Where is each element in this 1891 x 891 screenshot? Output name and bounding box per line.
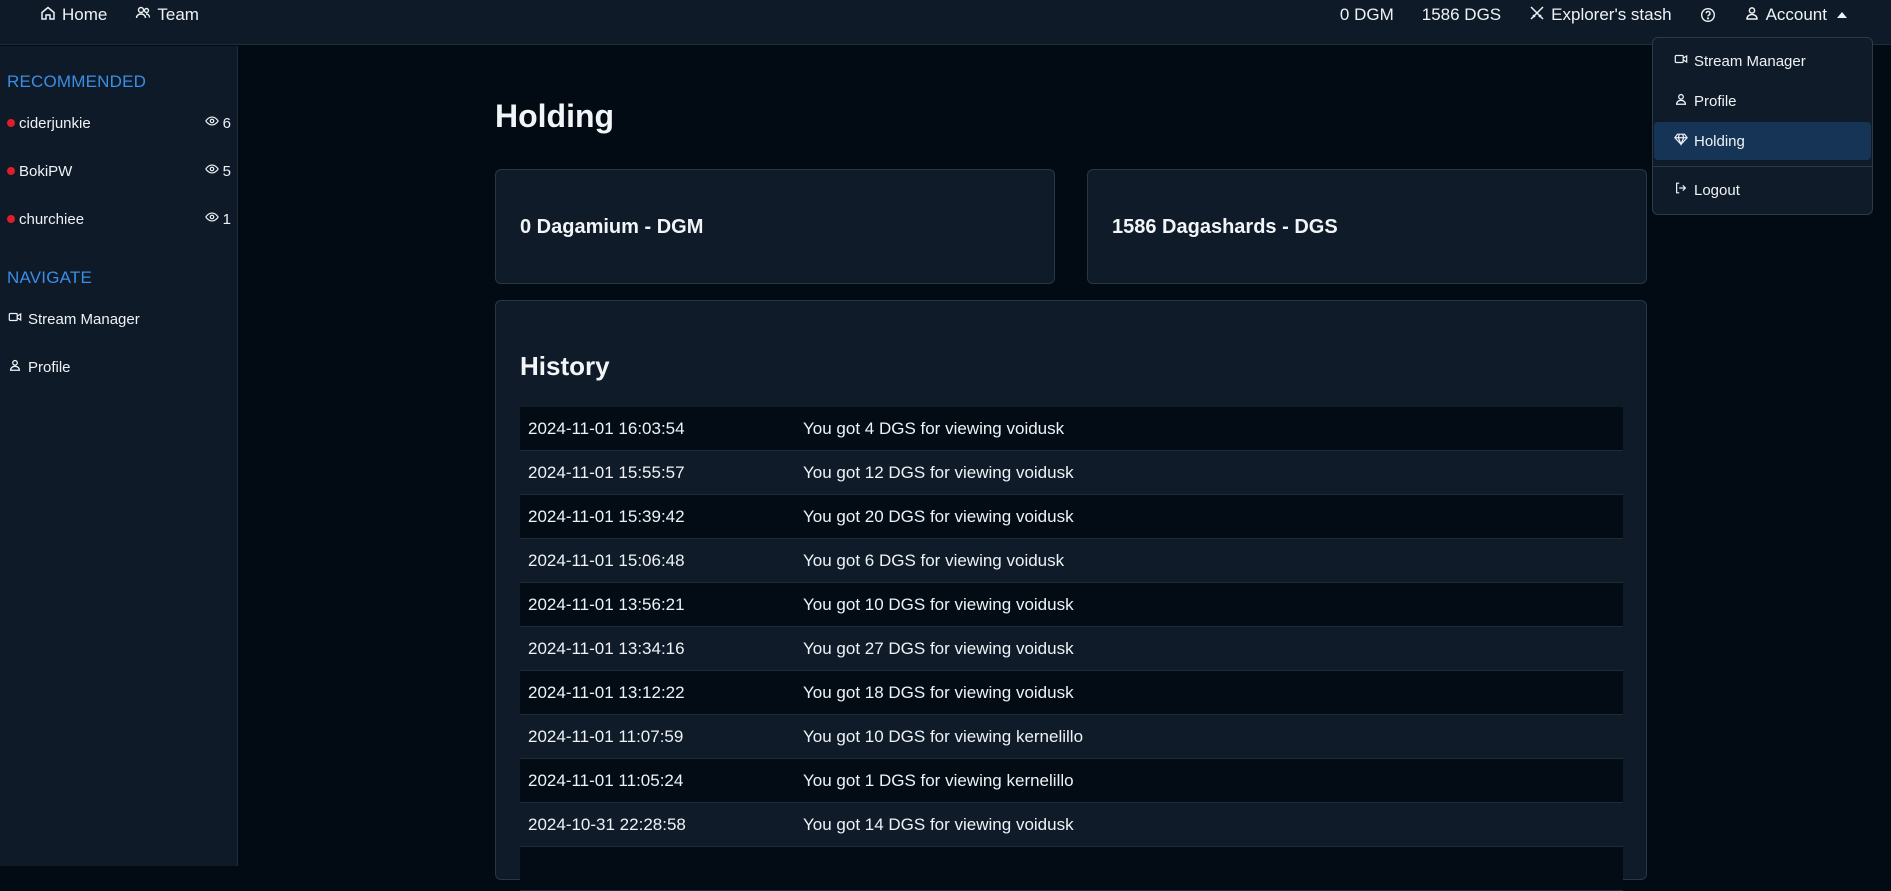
sidebar: RECOMMENDED ciderjunkie 6 BokiPW 5 churc… [0, 46, 238, 866]
nav-right: 0 DGM 1586 DGS Explorer's stash Account [1340, 0, 1847, 30]
table-row: 2024-11-01 11:07:59 You got 10 DGS for vi… [520, 715, 1623, 759]
sidebar-item-label: Profile [28, 358, 71, 376]
help-icon[interactable] [1700, 7, 1716, 23]
row-date: 2024-11-01 15:55:57 [528, 462, 685, 482]
dgs-balance: 1586 DGS [1421, 5, 1502, 24]
sidebar-stream-churchiee[interactable]: churchiee 1 [7, 210, 231, 228]
account-menu-toggle[interactable]: Account [1744, 5, 1847, 26]
row-message: You got 10 DGS for viewing kernelillo [803, 726, 1084, 746]
caret-up-icon [1837, 12, 1847, 18]
explorers-stash-link[interactable]: Explorer's stash [1529, 5, 1672, 26]
table-row: 2024-11-01 16:03:54 You got 4 DGS for vie… [520, 407, 1623, 451]
user-icon [1674, 92, 1688, 110]
row-date: 2024-11-01 15:39:42 [528, 506, 685, 526]
table-row-partial [520, 847, 1623, 891]
row-date: 2024-11-01 13:12:22 [528, 682, 685, 702]
menu-item-label: Holding [1694, 132, 1745, 150]
home-label: Home [62, 5, 108, 24]
dgm-card-label: 0 Dagamium - DGM [520, 216, 704, 238]
viewer-number: 5 [222, 162, 231, 180]
home-icon [40, 5, 56, 26]
page-title: Holding [495, 98, 615, 134]
dgm-balance: 0 DGM [1339, 5, 1394, 24]
account-dropdown-menu: Stream Manager Profile Holding Logout [1652, 37, 1873, 215]
video-camera-icon [1674, 52, 1688, 70]
table-row: 2024-10-31 22:28:58 You got 14 DGS for vi… [520, 803, 1623, 847]
row-date: 2024-11-01 13:56:21 [528, 594, 685, 614]
menu-item-stream-manager[interactable]: Stream Manager [1654, 42, 1871, 80]
table-row: 2024-11-01 13:34:16 You got 27 DGS for vi… [520, 627, 1623, 671]
row-date: 2024-11-01 11:05:24 [528, 770, 684, 790]
dgm-card: 0 Dagamium - DGM [495, 169, 1055, 284]
sidebar-item-label: Stream Manager [28, 310, 140, 328]
row-message: You got 1 DGS for viewing kernelillo [803, 770, 1074, 790]
table-row: 2024-11-01 15:55:57 You got 12 DGS for vi… [520, 451, 1623, 495]
stream-name: ciderjunkie [19, 114, 91, 132]
crossed-swords-icon [1529, 5, 1545, 26]
table-row: 2024-11-01 13:12:22 You got 18 DGS for vi… [520, 671, 1623, 715]
top-navbar: Home Team 0 DGM 1586 DGS Explorer's stas… [0, 0, 1891, 45]
sidebar-item-stream-manager[interactable]: Stream Manager [8, 310, 140, 328]
live-indicator [7, 167, 15, 175]
menu-item-logout[interactable]: Logout [1654, 171, 1871, 209]
dgs-card: 1586 Dagashards - DGS [1087, 169, 1647, 284]
diamond-icon [1674, 132, 1688, 150]
sidebar-item-profile[interactable]: Profile [8, 358, 71, 376]
user-icon [1744, 5, 1760, 26]
menu-item-label: Logout [1694, 181, 1740, 199]
menu-item-label: Profile [1694, 92, 1737, 110]
home-link[interactable]: Home [40, 5, 107, 26]
viewer-count: 1 [204, 210, 231, 228]
row-message: You got 20 DGS for viewing voidusk [803, 506, 1074, 526]
row-message: You got 10 DGS for viewing voidusk [803, 594, 1074, 614]
row-date: 2024-10-31 22:28:58 [528, 814, 686, 834]
live-indicator [7, 119, 15, 127]
viewer-number: 1 [222, 210, 231, 228]
menu-item-profile[interactable]: Profile [1654, 82, 1871, 120]
eye-icon [204, 162, 219, 180]
menu-divider [1653, 166, 1872, 167]
row-date: 2024-11-01 13:34:16 [528, 638, 685, 658]
sidebar-stream-bokipw[interactable]: BokiPW 5 [7, 162, 231, 180]
team-label: Team [157, 5, 199, 24]
row-message: You got 14 DGS for viewing voidusk [803, 814, 1074, 834]
team-link[interactable]: Team [135, 5, 199, 26]
logout-icon [1674, 181, 1688, 199]
row-date: 2024-11-01 16:03:54 [528, 418, 685, 438]
recommended-heading: RECOMMENDED [7, 72, 147, 91]
row-message: You got 4 DGS for viewing voidusk [803, 418, 1065, 438]
table-row: 2024-11-01 11:05:24 You got 1 DGS for vie… [520, 759, 1623, 803]
live-indicator [7, 215, 15, 223]
navigate-heading: NAVIGATE [7, 268, 93, 287]
viewer-number: 6 [222, 114, 231, 132]
team-icon [135, 5, 151, 26]
menu-item-label: Stream Manager [1694, 52, 1806, 70]
table-row: 2024-11-01 15:39:42 You got 20 DGS for vi… [520, 495, 1623, 539]
account-label: Account [1765, 5, 1827, 24]
viewer-count: 6 [204, 114, 231, 132]
eye-icon [204, 210, 219, 228]
table-row: 2024-11-01 13:56:21 You got 10 DGS for vi… [520, 583, 1623, 627]
eye-icon [204, 114, 219, 132]
dgs-card-label: 1586 Dagashards - DGS [1112, 216, 1338, 238]
table-row: 2024-11-01 15:06:48 You got 6 DGS for vie… [520, 539, 1623, 583]
row-date: 2024-11-01 15:06:48 [528, 550, 685, 570]
row-date: 2024-11-01 11:07:59 [528, 726, 684, 746]
stream-name: BokiPW [19, 162, 73, 180]
history-card: History 2024-11-01 16:03:54 You got 4 DGS… [495, 300, 1647, 891]
stash-label: Explorer's stash [1551, 5, 1672, 24]
user-icon [8, 358, 22, 376]
row-message: You got 6 DGS for viewing voidusk [803, 550, 1065, 570]
stream-name: churchiee [19, 210, 85, 228]
row-message: You got 27 DGS for viewing voidusk [803, 638, 1074, 658]
video-camera-icon [8, 310, 22, 328]
viewer-count: 5 [204, 162, 231, 180]
history-title: History [520, 351, 610, 381]
row-message: You got 18 DGS for viewing voidusk [803, 682, 1074, 702]
nav-left: Home Team [40, 0, 199, 30]
sidebar-stream-ciderjunkie[interactable]: ciderjunkie 6 [7, 114, 231, 132]
row-message: You got 12 DGS for viewing voidusk [803, 462, 1074, 482]
history-table: 2024-11-01 16:03:54 You got 4 DGS for vie… [520, 407, 1623, 891]
menu-item-holding[interactable]: Holding [1654, 122, 1871, 160]
